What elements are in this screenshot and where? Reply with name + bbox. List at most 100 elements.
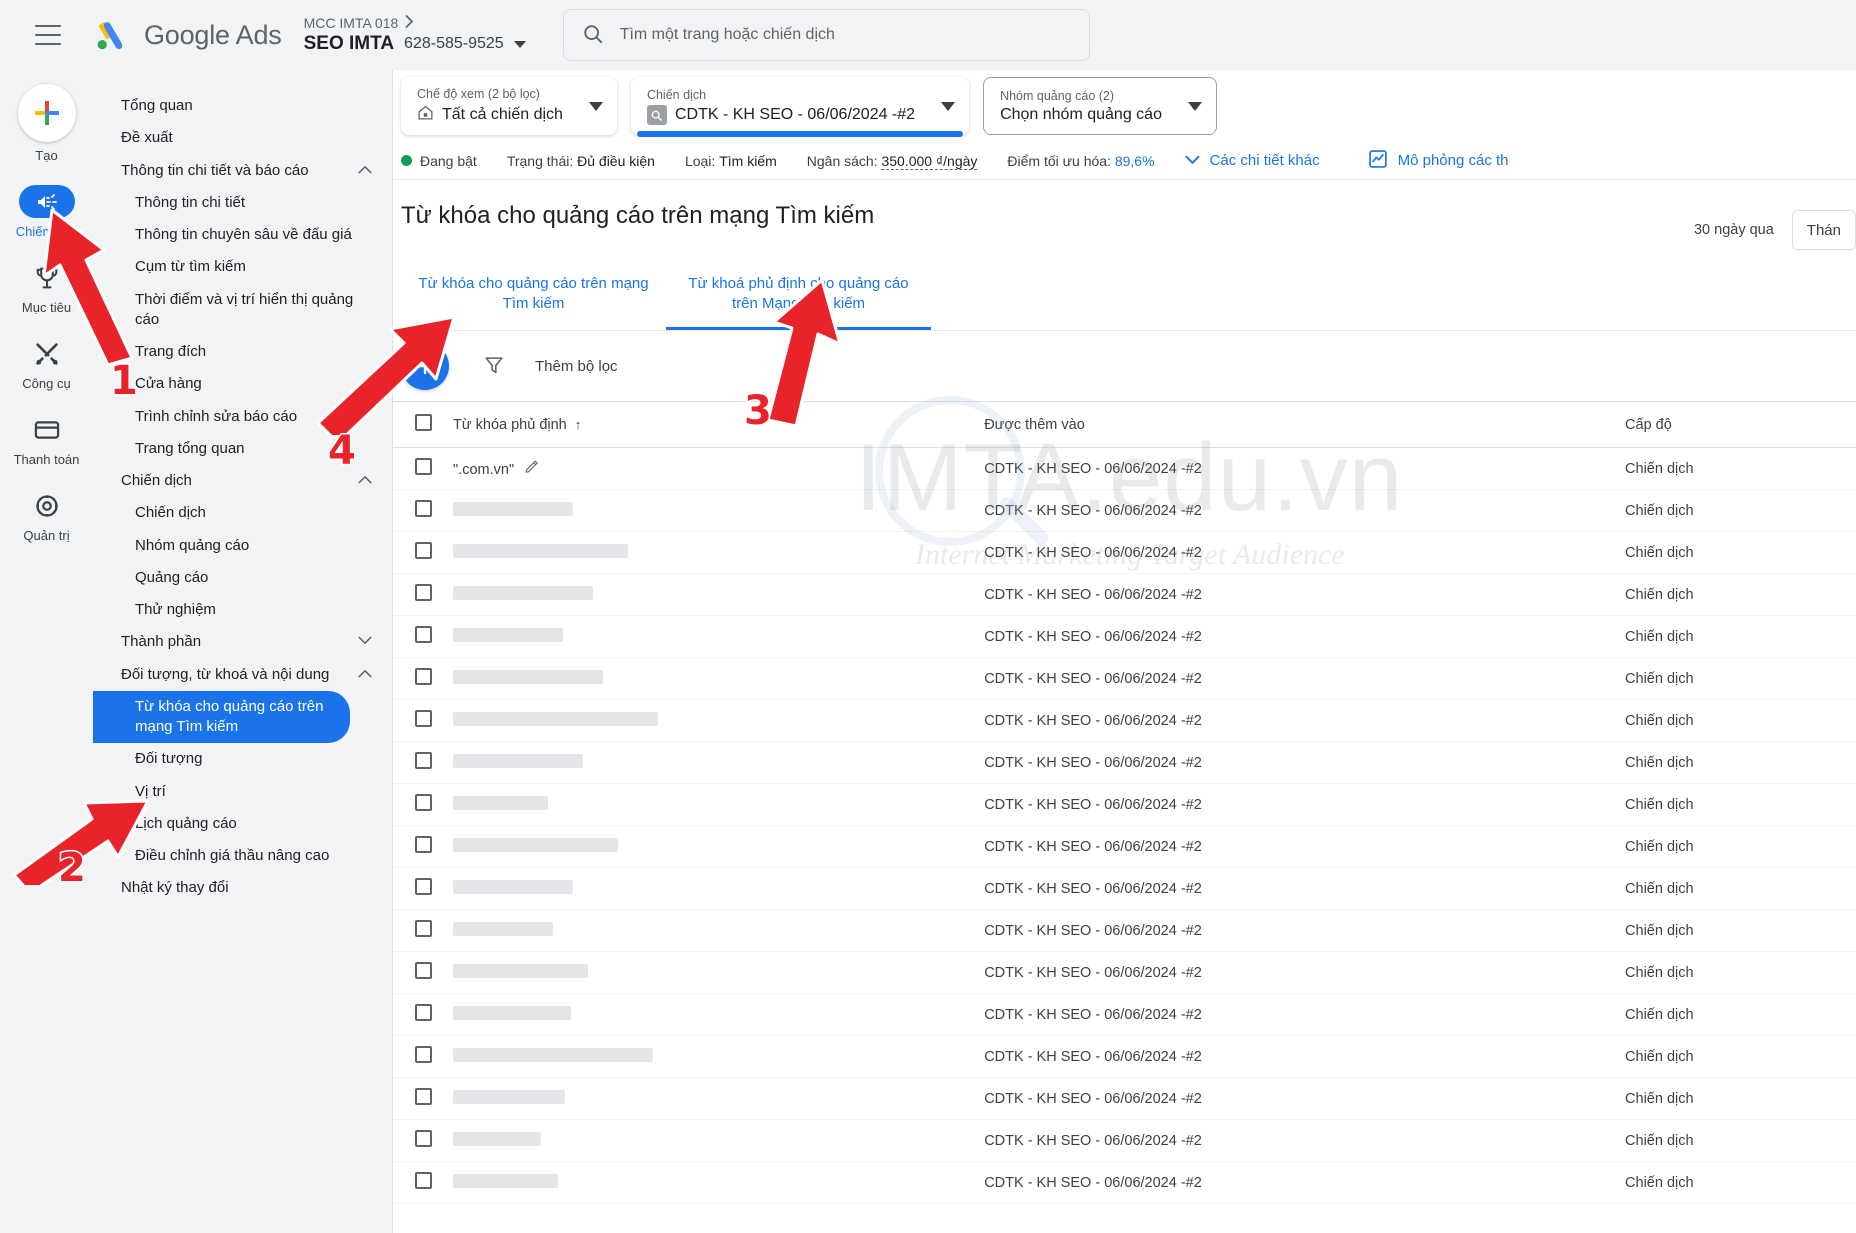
- cell-keyword[interactable]: [453, 615, 985, 658]
- row-checkbox-cell[interactable]: [393, 573, 454, 616]
- chevron-down-icon[interactable]: [513, 40, 526, 48]
- row-checkbox-cell[interactable]: [393, 783, 454, 826]
- row-checkbox-cell[interactable]: [393, 1035, 454, 1078]
- table-row[interactable]: CDTK - KH SEO - 06/06/2024 -#2 Chiến dịch: [393, 531, 1856, 574]
- checkbox-icon[interactable]: [415, 1088, 432, 1105]
- cell-keyword[interactable]: [453, 699, 985, 742]
- rail-item-tools[interactable]: Công cụ: [0, 337, 93, 391]
- sidebar-item-13[interactable]: Nhóm quảng cáo: [93, 530, 392, 562]
- checkbox-icon[interactable]: [415, 794, 432, 811]
- rail-item-goals[interactable]: Mục tiêu: [0, 261, 93, 315]
- row-checkbox-cell[interactable]: [393, 1077, 454, 1120]
- rail-item-billing[interactable]: Thanh toán: [0, 413, 93, 467]
- row-checkbox-cell[interactable]: [393, 951, 454, 994]
- more-details-link[interactable]: Các chi tiết khác: [1185, 152, 1320, 169]
- cell-keyword[interactable]: [453, 741, 985, 784]
- chevron-up-icon[interactable]: [358, 475, 372, 489]
- table-row[interactable]: CDTK - KH SEO - 06/06/2024 -#2 Chiến dịch: [393, 573, 1856, 616]
- table-row[interactable]: CDTK - KH SEO - 06/06/2024 -#2 Chiến dịch: [393, 909, 1856, 952]
- sidebar-item-3[interactable]: Thông tin chi tiết: [93, 187, 392, 219]
- rail-item-admin[interactable]: Quản trị: [0, 489, 93, 543]
- date-picker-button[interactable]: Thán: [1791, 210, 1856, 250]
- sidebar-item-7[interactable]: Trang đích: [93, 336, 392, 368]
- checkbox-icon[interactable]: [415, 752, 432, 769]
- search-input[interactable]: [619, 26, 1071, 44]
- cell-keyword[interactable]: [453, 573, 985, 616]
- sidebar-item-19[interactable]: Đối tượng: [93, 743, 392, 775]
- table-row[interactable]: CDTK - KH SEO - 06/06/2024 -#2 Chiến dịch: [393, 615, 1856, 658]
- row-checkbox-cell[interactable]: [393, 993, 454, 1036]
- campaign-dropdown[interactable]: Chiến dịch CDTK - KH SEO - 06/06/2024 -#…: [630, 77, 970, 137]
- filter-funnel-icon[interactable]: [483, 354, 505, 379]
- sidebar-item-0[interactable]: Tổng quan: [93, 90, 392, 122]
- table-row[interactable]: CDTK - KH SEO - 06/06/2024 -#2 Chiến dịch: [393, 699, 1856, 742]
- chevron-up-icon[interactable]: [358, 165, 372, 179]
- checkbox-icon[interactable]: [415, 1046, 432, 1063]
- cell-keyword[interactable]: [453, 657, 985, 700]
- sidebar-item-22[interactable]: Điều chỉnh giá thầu nâng cao: [93, 840, 392, 872]
- sidebar-item-5[interactable]: Cụm từ tìm kiếm: [93, 251, 392, 283]
- cell-keyword[interactable]: [453, 1161, 985, 1204]
- cell-keyword[interactable]: [453, 825, 985, 868]
- chevron-down-icon[interactable]: [941, 101, 956, 111]
- checkbox-icon[interactable]: [415, 668, 432, 685]
- sidebar-item-16[interactable]: Thành phần: [93, 626, 392, 658]
- row-checkbox-cell[interactable]: [393, 447, 454, 490]
- table-row[interactable]: CDTK - KH SEO - 06/06/2024 -#2 Chiến dịch: [393, 489, 1856, 532]
- row-checkbox-cell[interactable]: [393, 741, 454, 784]
- checkbox-icon[interactable]: [415, 626, 432, 643]
- cell-keyword[interactable]: [453, 867, 985, 910]
- chevron-down-icon[interactable]: [588, 101, 603, 111]
- checkbox-icon[interactable]: [415, 710, 432, 727]
- checkbox-icon[interactable]: [415, 1130, 432, 1147]
- checkbox-icon[interactable]: [415, 1004, 432, 1021]
- sidebar-item-6[interactable]: Thời điểm và vị trí hiển thị quảng cáo: [93, 284, 392, 337]
- cell-keyword[interactable]: [453, 531, 985, 574]
- column-header-added-to[interactable]: Được thêm vào: [984, 401, 1626, 448]
- table-row[interactable]: CDTK - KH SEO - 06/06/2024 -#2 Chiến dịch: [393, 867, 1856, 910]
- chevron-up-icon[interactable]: [358, 669, 372, 683]
- sidebar-item-1[interactable]: Đề xuất: [93, 122, 392, 154]
- row-checkbox-cell[interactable]: [393, 531, 454, 574]
- checkbox-icon[interactable]: [415, 500, 432, 517]
- sidebar-item-18[interactable]: Từ khóa cho quảng cáo trên mạng Tìm kiếm: [93, 690, 350, 744]
- checkbox-icon[interactable]: [415, 836, 432, 853]
- mcc-breadcrumb[interactable]: MCC IMTA 018: [304, 15, 526, 31]
- sidebar-item-20[interactable]: Vị trí: [93, 776, 392, 808]
- date-range-controls[interactable]: 30 ngày qua Thán: [1694, 210, 1856, 250]
- checkbox-icon[interactable]: [415, 542, 432, 559]
- sidebar-item-4[interactable]: Thông tin chuyên sâu về đấu giá: [93, 219, 392, 251]
- hamburger-icon[interactable]: [35, 25, 61, 45]
- cell-keyword[interactable]: [453, 951, 985, 994]
- table-row[interactable]: CDTK - KH SEO - 06/06/2024 -#2 Chiến dịch: [393, 1077, 1856, 1120]
- checkbox-icon[interactable]: [415, 458, 432, 475]
- tab-negative-keywords[interactable]: Từ khoá phủ định cho quảng cáo trên Mạng…: [666, 264, 931, 330]
- sidebar-item-2[interactable]: Thông tin chi tiết và báo cáo: [93, 155, 392, 187]
- pencil-icon[interactable]: [524, 460, 539, 478]
- table-row[interactable]: ".com.vn" CDTK - KH SEO - 06/06/2024 -#2 C…: [393, 447, 1856, 490]
- sidebar-item-8[interactable]: Cửa hàng: [93, 368, 392, 400]
- checkbox-icon[interactable]: [415, 962, 432, 979]
- cell-keyword[interactable]: [453, 783, 985, 826]
- chevron-down-icon[interactable]: [358, 636, 372, 650]
- account-selector[interactable]: MCC IMTA 018 SEO IMTA 628-585-9525: [304, 15, 526, 55]
- view-mode-dropdown[interactable]: Chế độ xem (2 bộ lọc) Tất cả chiến dịch: [401, 77, 617, 135]
- chevron-down-icon[interactable]: [1187, 101, 1202, 111]
- add-keyword-button[interactable]: [401, 342, 449, 390]
- checkbox-icon[interactable]: [415, 584, 432, 601]
- simulate-changes-link[interactable]: Mô phỏng các th: [1368, 149, 1509, 173]
- checkbox-icon[interactable]: [415, 878, 432, 895]
- rail-item-create[interactable]: Tạo: [0, 84, 93, 163]
- row-checkbox-cell[interactable]: [393, 699, 454, 742]
- google-ads-logo[interactable]: Google Ads: [91, 15, 282, 55]
- table-row[interactable]: CDTK - KH SEO - 06/06/2024 -#2 Chiến dịch: [393, 951, 1856, 994]
- add-filter-button[interactable]: Thêm bộ lọc: [535, 358, 618, 375]
- cell-keyword[interactable]: [453, 1077, 985, 1120]
- tab-search-keywords[interactable]: Từ khóa cho quảng cáo trên mạng Tìm kiếm: [401, 264, 666, 330]
- sidebar-item-17[interactable]: Đối tượng, từ khoá và nội dung: [93, 659, 392, 691]
- sidebar-item-23[interactable]: Nhật ký thay đổi: [93, 872, 392, 904]
- cell-keyword[interactable]: [453, 909, 985, 952]
- table-row[interactable]: CDTK - KH SEO - 06/06/2024 -#2 Chiến dịch: [393, 741, 1856, 784]
- cell-keyword[interactable]: [453, 489, 985, 532]
- row-checkbox-cell[interactable]: [393, 615, 454, 658]
